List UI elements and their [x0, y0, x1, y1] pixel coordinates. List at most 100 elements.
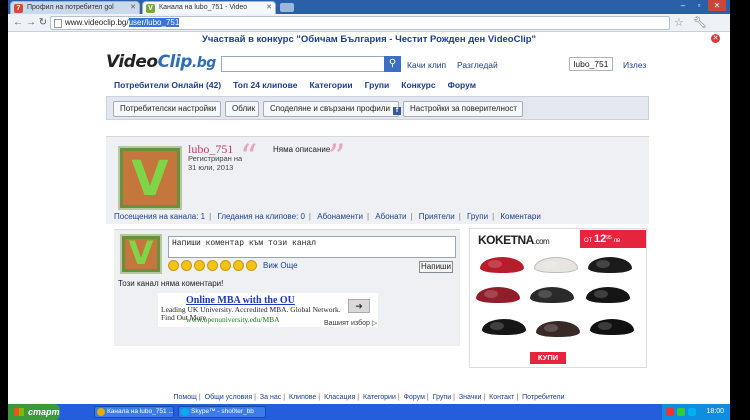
footer-link-terms[interactable]: Общи условия — [205, 394, 252, 401]
ad-choice[interactable]: Вашият избор ▷ — [324, 319, 377, 327]
wrench-menu-icon[interactable]: 🔧︎ — [693, 16, 707, 29]
footer-link-help[interactable]: Помощ — [173, 394, 196, 401]
logout-link[interactable]: Излез — [623, 60, 646, 70]
registration-date: Регистриран на 31 юли, 2013 — [188, 154, 248, 172]
nav-top24[interactable]: Топ 24 клипове — [233, 80, 297, 90]
see-more-emoji-link[interactable]: Виж Още — [263, 261, 298, 270]
taskbar-item-chrome[interactable]: Канала на lubo_751 ... — [94, 406, 174, 418]
close-tab-icon[interactable]: ✕ — [266, 2, 272, 14]
comment-input[interactable]: Напиши коментар към този канал — [168, 236, 456, 258]
tab-title: Канала на lubo_751 - Video — [159, 4, 248, 11]
grin-emoji-icon[interactable] — [181, 260, 192, 271]
upload-link[interactable]: Качи клип — [407, 60, 446, 70]
tray-network-icon[interactable] — [677, 408, 685, 416]
maximize-icon[interactable]: ▫ — [692, 0, 706, 11]
buy-button[interactable]: КУПИ — [530, 352, 566, 364]
tray-alert-icon[interactable] — [666, 408, 674, 416]
promo-banner[interactable]: Участвай в конкурс "Обичам България - Че… — [8, 34, 730, 45]
reg-date-value: 31 юли, 2013 — [188, 163, 234, 172]
ad-url-link[interactable]: www.openuniversity.edu/MBA — [186, 315, 280, 324]
nav-forum[interactable]: Форум — [448, 80, 476, 90]
bookmark-star-icon[interactable]: ☆ — [674, 16, 684, 29]
price-prefix: ОТ — [584, 238, 593, 244]
tab-label: Споделяне и свързани профили — [270, 104, 391, 113]
commenter-avatar: V — [120, 234, 162, 274]
profile-description: Няма описание — [273, 145, 331, 154]
tab-title: Профил на потребител gol — [27, 4, 114, 11]
wink-emoji-icon[interactable] — [194, 260, 205, 271]
friends-link[interactable]: Приятели — [419, 212, 455, 221]
username-box[interactable]: lubo_751 — [569, 57, 613, 71]
skype-icon — [181, 408, 189, 416]
shoe-banner-ad[interactable]: KOKETNA.com ОТ 1295 лв КУПИ — [469, 228, 647, 368]
separator: | — [492, 212, 495, 221]
close-tab-icon[interactable]: ✕ — [130, 2, 136, 14]
search-button[interactable]: ⚲ — [384, 56, 401, 72]
search-input[interactable] — [221, 56, 401, 72]
nav-categories[interactable]: Категории — [309, 80, 352, 90]
groups-link[interactable]: Групи — [467, 212, 488, 221]
shoe-image — [530, 287, 574, 303]
browser-tab-channel[interactable]: V Канала на lubo_751 - Video ✕ — [142, 1, 276, 14]
start-label: старт — [28, 407, 60, 417]
site-logo[interactable]: VideoClip.bg — [106, 52, 216, 72]
footer-link-users[interactable]: Потребители — [522, 394, 564, 401]
footer-link-clips[interactable]: Клипове — [289, 394, 316, 401]
footer-link-groups[interactable]: Групи — [433, 394, 451, 401]
videoclip-favicon-icon: V — [146, 4, 155, 13]
site-footer: Помощ | Общи условия | За нас | Клипове | Кл… — [8, 394, 730, 401]
footer-link-about[interactable]: За нас — [260, 394, 281, 401]
search-icon: ⚲ — [388, 58, 397, 69]
new-tab-button[interactable] — [280, 3, 294, 12]
url-selected: /lubo_751 — [144, 18, 180, 27]
koketna-logo: KOKETNA.com — [478, 233, 550, 247]
laugh-emoji-icon[interactable] — [207, 260, 218, 271]
tongue-emoji-icon[interactable] — [233, 260, 244, 271]
happy-emoji-icon[interactable] — [246, 260, 257, 271]
chrome-icon — [97, 408, 105, 416]
separator: | — [516, 394, 519, 401]
reload-icon[interactable]: ↻ — [37, 17, 49, 29]
browser-tab-profile[interactable]: 7 Профил на потребител gol ✕ — [10, 1, 140, 14]
footer-link-categories[interactable]: Категории — [363, 394, 396, 401]
taskbar-item-skype[interactable]: Skype™ - sho0ter_bb — [178, 406, 266, 418]
tab-user-settings[interactable]: Потребителски настройки — [113, 101, 221, 117]
cool-emoji-icon[interactable] — [220, 260, 231, 271]
brand-suffix: .com — [533, 237, 550, 246]
browse-link[interactable]: Разгледай — [457, 60, 498, 70]
footer-link-badges[interactable]: Значки — [459, 394, 481, 401]
minimize-icon[interactable]: – — [676, 0, 690, 11]
comments-link[interactable]: Коментари — [500, 212, 540, 221]
price-tag: ОТ 1295 лв — [580, 230, 646, 248]
windows-logo-icon — [14, 408, 24, 416]
tab-sharing[interactable]: Споделяне и свързани профили f — [263, 101, 402, 117]
separator: | — [209, 212, 212, 221]
forward-arrow-icon[interactable]: → — [25, 17, 37, 29]
ad-arrow-button[interactable]: ➜ — [348, 299, 370, 313]
subscribers-link[interactable]: Абонати — [375, 212, 406, 221]
nav-contest[interactable]: Конкурс — [401, 80, 435, 90]
shoe-image — [590, 319, 634, 335]
close-window-icon[interactable]: ✕ — [708, 0, 726, 11]
nav-users-online[interactable]: Потребители Онлайн (42) — [106, 80, 221, 90]
tab-privacy[interactable]: Настройки за поверителност — [403, 101, 523, 117]
nav-groups[interactable]: Групи — [365, 80, 390, 90]
footer-link-contact[interactable]: Контакт — [489, 394, 514, 401]
back-arrow-icon[interactable]: ← — [12, 17, 24, 29]
start-button[interactable]: старт — [8, 404, 60, 420]
close-promo-icon[interactable]: ✕ — [711, 34, 720, 43]
smile-emoji-icon[interactable] — [168, 260, 179, 271]
submit-comment-button[interactable]: Напиши — [419, 261, 453, 273]
system-tray: 18:00 — [662, 404, 730, 420]
tab-appearance[interactable]: Облик — [225, 101, 259, 117]
tray-skype-icon[interactable] — [688, 408, 696, 416]
avatar[interactable]: V — [118, 146, 182, 210]
footer-link-ranking[interactable]: Класация — [324, 394, 355, 401]
footer-link-forum[interactable]: Форум — [404, 394, 425, 401]
taskbar-item-label: Канала на lubo_751 ... — [107, 408, 174, 415]
address-bar[interactable]: www.videoclip.bg/user/lubo_751 — [50, 16, 670, 30]
taskbar-item-label: Skype™ - sho0ter_bb — [191, 408, 254, 415]
profile-stats-links: Посещения на канала: 1 | Гледания на клип… — [114, 212, 541, 221]
logo-part: Clip — [157, 52, 193, 72]
subscriptions-link[interactable]: Абонаменти — [317, 212, 363, 221]
